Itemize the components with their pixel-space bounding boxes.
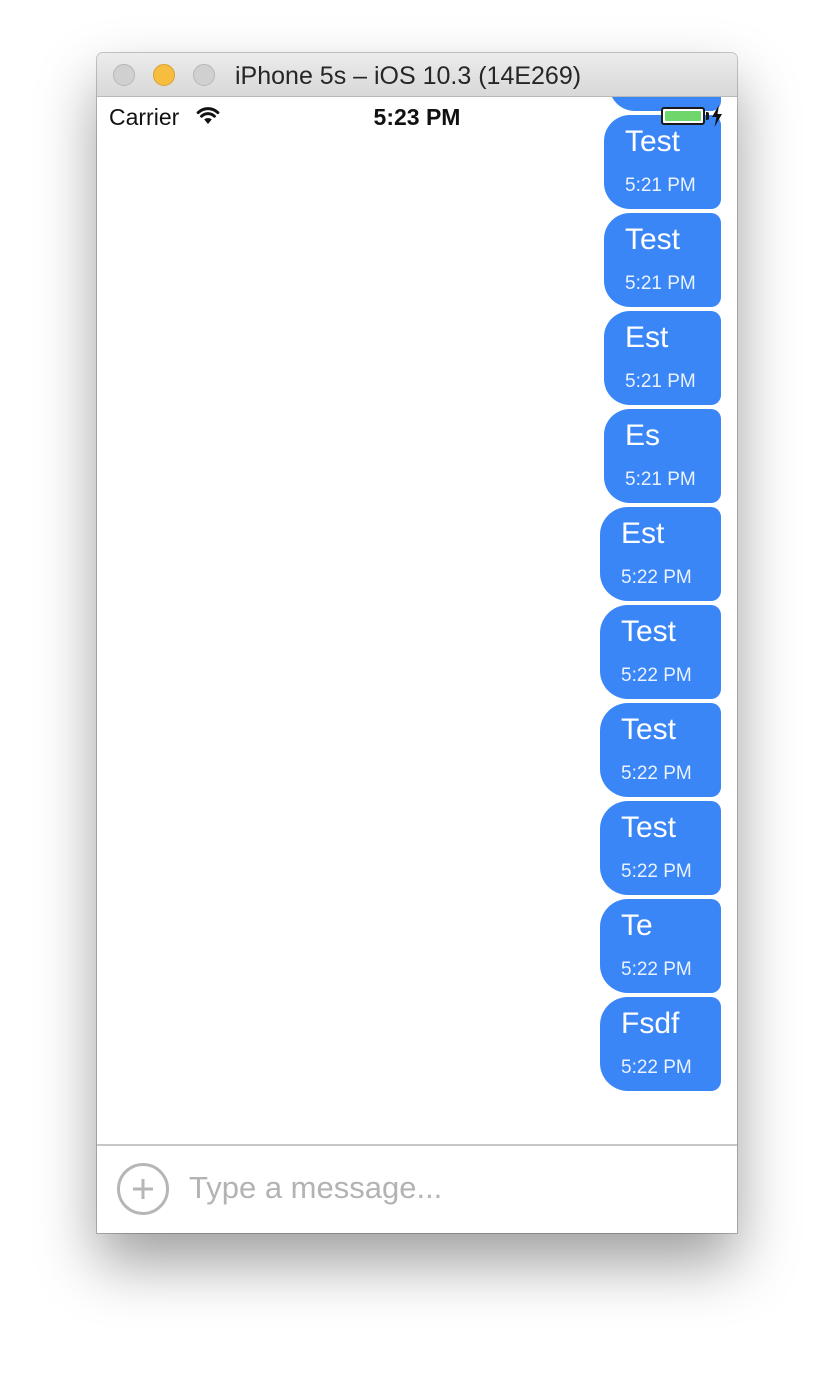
zoom-window-button[interactable]: [193, 64, 215, 86]
message-bubble[interactable]: Test 5:22 PM: [600, 703, 721, 797]
plus-circle-icon[interactable]: [117, 1163, 169, 1215]
message-bubble[interactable]: Test 5:22 PM: [600, 605, 721, 699]
message-timestamp: 5:22 PM: [621, 959, 692, 980]
message-bubble[interactable]: Te 5:22 PM: [600, 899, 721, 993]
message-timestamp: 5:21 PM: [625, 371, 696, 392]
device-screen: Test 5:21 PM Test 5:21 PM Est 5:21 PM Es 5:21 P…: [97, 97, 737, 1233]
message-composer: [97, 1144, 737, 1233]
window-title: iPhone 5s – iOS 10.3 (14E269): [235, 62, 582, 90]
title-bar[interactable]: iPhone 5s – iOS 10.3 (14E269): [97, 53, 737, 97]
message-timestamp: 5:21 PM: [625, 175, 696, 196]
message-text: Test: [625, 223, 681, 256]
message-bubble[interactable]: Fsdf 5:22 PM: [600, 997, 721, 1091]
message-timestamp: 5:22 PM: [621, 567, 692, 588]
charging-bolt-icon: [712, 105, 722, 127]
message-bubble[interactable]: Test 5:21 PM: [604, 213, 721, 307]
message-text: Test: [621, 713, 677, 746]
battery-charging-icon: [661, 107, 705, 125]
simulator-window: iPhone 5s – iOS 10.3 (14E269) Test 5:21 P…: [97, 53, 737, 1233]
message-input[interactable]: [189, 1162, 709, 1214]
message-text: Test: [621, 811, 677, 844]
minimize-window-button[interactable]: [153, 64, 175, 86]
message-bubble[interactable]: Es 5:21 PM: [604, 409, 721, 503]
message-bubble[interactable]: Est 5:21 PM: [604, 311, 721, 405]
message-text: Est: [625, 321, 669, 354]
battery-tip: [706, 112, 709, 120]
message-timestamp: 5:22 PM: [621, 861, 692, 882]
message-text: Te: [621, 909, 653, 942]
message-bubble[interactable]: Est 5:22 PM: [600, 507, 721, 601]
message-timestamp: 5:22 PM: [621, 665, 692, 686]
message-text: Test: [621, 615, 677, 648]
message-timestamp: 5:21 PM: [625, 469, 696, 490]
message-list[interactable]: Test 5:21 PM Test 5:21 PM Est 5:21 PM Es 5:21 P…: [97, 97, 737, 1144]
status-time: 5:23 PM: [373, 104, 461, 130]
message-timestamp: 5:22 PM: [621, 763, 692, 784]
message-timestamp: 5:22 PM: [621, 1057, 692, 1078]
message-bubble[interactable]: Test 5:22 PM: [600, 801, 721, 895]
close-window-button[interactable]: [113, 64, 135, 86]
message-timestamp: 5:21 PM: [625, 273, 696, 294]
message-text: Es: [625, 419, 661, 452]
message-text: Fsdf: [621, 1007, 680, 1040]
message-text: Est: [621, 517, 665, 550]
status-bar: Carrier 5:23 PM: [97, 97, 737, 137]
